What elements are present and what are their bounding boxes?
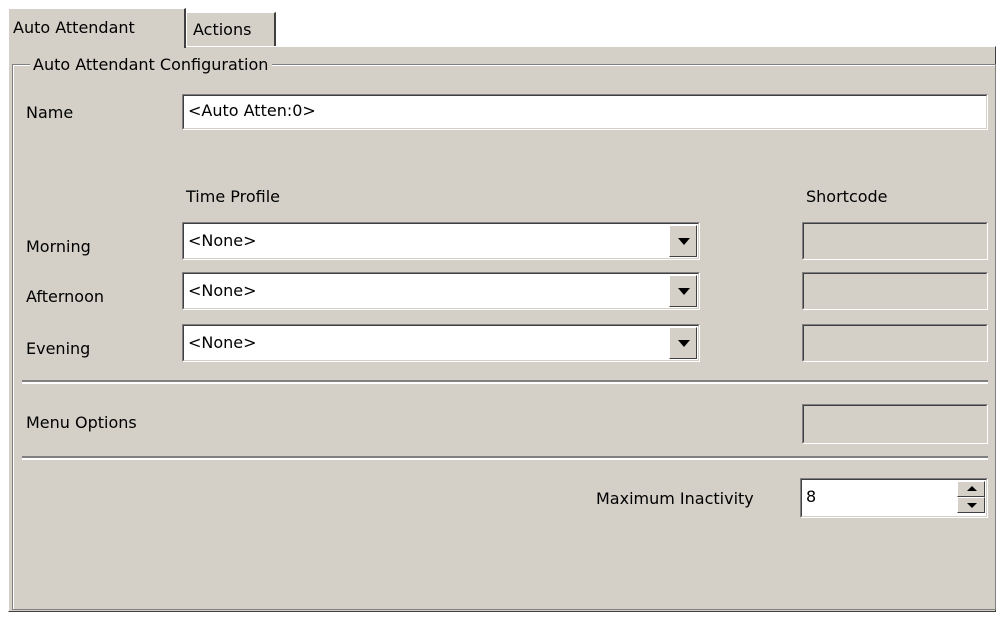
evening-shortcode-field (802, 324, 988, 362)
dropdown-arrow-icon[interactable] (669, 327, 697, 359)
afternoon-time-profile-value: <None> (188, 281, 257, 300)
name-label: Name (26, 103, 74, 122)
morning-label: Morning (26, 237, 91, 256)
menu-options-label: Menu Options (26, 413, 137, 432)
group-title: Auto Attendant Configuration (30, 54, 273, 76)
morning-time-profile-select[interactable]: <None> (182, 222, 700, 260)
tab-actions-label: Actions (193, 20, 252, 39)
spin-down-icon[interactable] (957, 497, 985, 513)
max-inactivity-spinner[interactable]: 8 (800, 478, 988, 518)
afternoon-shortcode-field (802, 272, 988, 310)
morning-time-profile-value: <None> (188, 231, 257, 250)
name-input-value: <Auto Atten:0> (188, 101, 316, 120)
morning-shortcode-field (802, 222, 988, 260)
separator (22, 380, 988, 384)
evening-label: Evening (26, 339, 91, 358)
shortcode-header: Shortcode (806, 187, 888, 206)
max-inactivity-value: 8 (806, 487, 817, 506)
separator (22, 456, 988, 460)
dropdown-arrow-icon[interactable] (669, 275, 697, 307)
menu-options-field (802, 404, 988, 444)
evening-time-profile-value: <None> (188, 333, 257, 352)
afternoon-label: Afternoon (26, 287, 104, 306)
evening-time-profile-select[interactable]: <None> (182, 324, 700, 362)
afternoon-time-profile-select[interactable]: <None> (182, 272, 700, 310)
max-inactivity-label: Maximum Inactivity (596, 489, 754, 508)
spin-up-icon[interactable] (957, 481, 985, 497)
tab-auto-attendant-label: Auto Attendant (13, 18, 135, 37)
tab-actions[interactable]: Actions (186, 12, 276, 46)
time-profile-header: Time Profile (186, 187, 280, 206)
tab-auto-attendant[interactable]: Auto Attendant (8, 8, 186, 48)
name-input[interactable]: <Auto Atten:0> (182, 94, 988, 130)
dropdown-arrow-icon[interactable] (669, 225, 697, 257)
